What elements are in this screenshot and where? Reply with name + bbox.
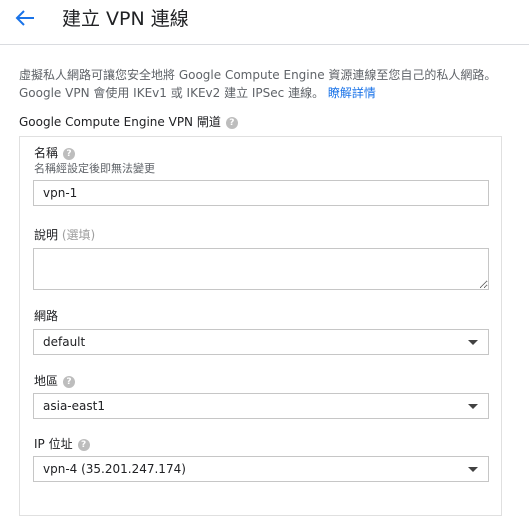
ip-label: IP 位址 [34,437,73,451]
network-label: 網路 [34,309,59,323]
section-title: Google Compute Engine VPN 閘道? [19,113,238,130]
ip-value: vpn-4 (35.201.247.174) [43,462,186,476]
name-hint: 名稱經設定後即無法變更 [34,162,155,175]
ip-select[interactable]: vpn-4 (35.201.247.174) [33,456,489,482]
help-icon[interactable]: ? [63,147,76,160]
intro-description: 虛擬私人網路可讓您安全地將 Google Compute Engine 資源連線… [19,68,497,100]
region-label: 地區 [34,374,59,388]
dropdown-arrow-icon [468,340,478,345]
help-icon[interactable]: ? [77,438,90,451]
name-label-row: 名稱? [34,144,76,161]
network-label-row: 網路 [34,307,58,324]
ip-label-row: IP 位址? [34,435,90,452]
intro-text: 虛擬私人網路可讓您安全地將 Google Compute Engine 資源連線… [19,66,509,102]
learn-more-link[interactable]: 瞭解詳情 [328,86,376,100]
region-select[interactable]: asia-east1 [33,393,489,419]
name-label: 名稱 [34,146,59,160]
page-title: 建立 VPN 連線 [62,8,189,30]
help-icon[interactable]: ? [225,116,238,129]
page-header: 建立 VPN 連線 [0,0,529,45]
dropdown-arrow-icon [468,404,478,409]
description-label: 說明 [34,228,59,242]
dropdown-arrow-icon [468,467,478,472]
region-value: asia-east1 [43,399,105,413]
back-button[interactable] [12,7,38,29]
section-title-text: Google Compute Engine VPN 閘道 [19,115,221,129]
network-select[interactable]: default [33,329,489,355]
name-input[interactable]: vpn-1 [33,180,489,206]
arrow-left-icon [15,10,34,26]
network-value: default [43,335,86,349]
description-label-row: 說明 (選填) [34,226,95,243]
description-textarea[interactable] [33,248,489,290]
region-label-row: 地區? [34,372,76,389]
help-icon[interactable]: ? [63,375,76,388]
vpn-gateway-form: 名稱? 名稱經設定後即無法變更 vpn-1 說明 (選填) 網路 default… [19,136,502,516]
optional-tag: (選填) [61,228,96,242]
